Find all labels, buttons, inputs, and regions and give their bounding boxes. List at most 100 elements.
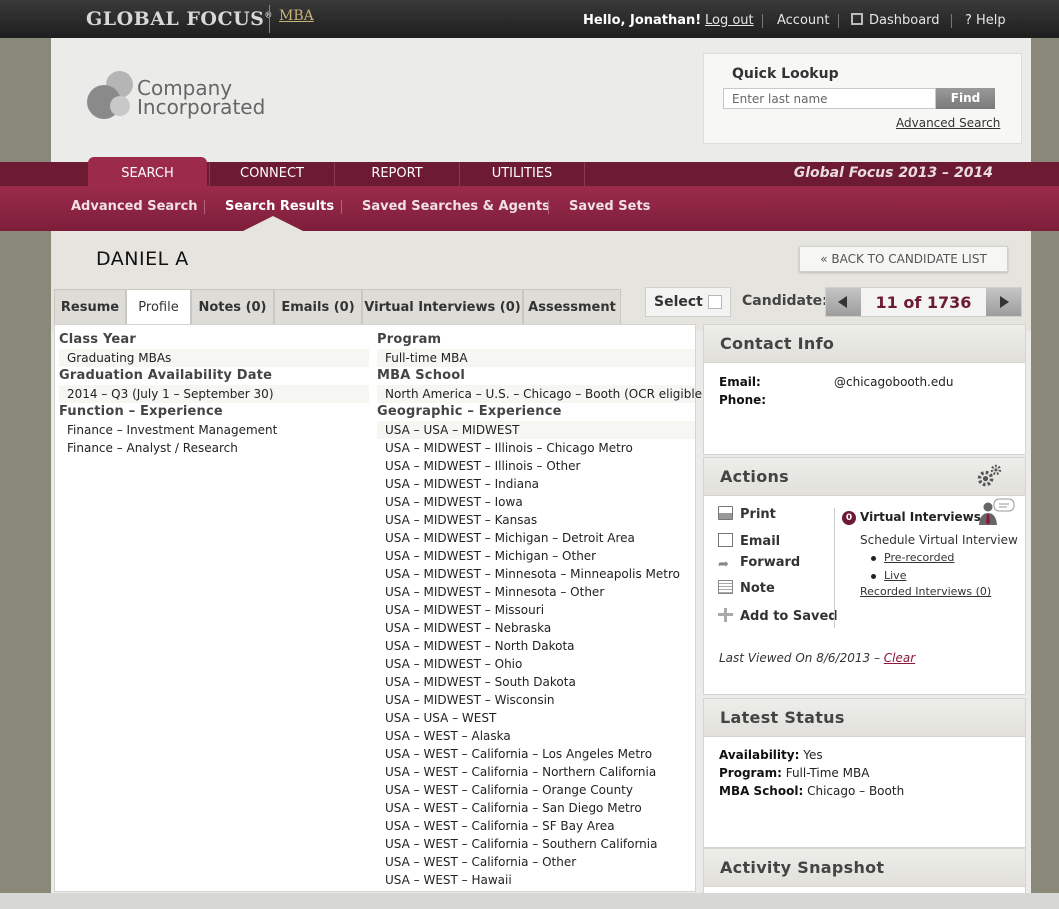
subnav-divider: [548, 200, 549, 214]
arrow-right-icon: [1000, 296, 1009, 308]
previous-candidate-button[interactable]: [826, 288, 861, 316]
grad-date-label: Graduation Availability Date: [59, 368, 273, 383]
note-label: Note: [740, 581, 775, 596]
side-panel: Contact Info Email: @chicagobooth.edu Ph…: [703, 324, 1026, 894]
status-program-row: Program: Full-Time MBA: [719, 766, 869, 780]
email-value[interactable]: @chicagobooth.edu: [834, 375, 953, 389]
geo-item: USA – WEST – Hawaii: [385, 873, 512, 887]
geo-item: USA – MIDWEST – Michigan – Detroit Area: [385, 531, 635, 545]
forward-label: Forward: [740, 555, 801, 570]
brand-name: GLOBAL FOCUS: [86, 8, 265, 30]
email-action-label: Email: [740, 534, 781, 549]
tab-emails[interactable]: Emails (0): [274, 289, 362, 324]
candidate-pager: 11 of 1736: [825, 287, 1022, 317]
forward-action[interactable]: ➦ Forward: [718, 555, 801, 572]
tab-utilities[interactable]: UTILITIES: [459, 162, 585, 186]
geo-item: USA – MIDWEST – North Dakota: [385, 639, 575, 653]
vi-title: Virtual Interviews: [860, 510, 981, 524]
print-icon: [718, 506, 733, 520]
availability-row: Availability: Yes: [719, 748, 823, 762]
program-value: Full-time MBA: [377, 349, 695, 367]
note-icon: [718, 580, 733, 594]
advanced-search-link[interactable]: Advanced Search: [896, 116, 1000, 130]
class-year-value: Graduating MBAs: [59, 349, 369, 367]
email-action[interactable]: Email: [718, 533, 780, 549]
brand-divider: [269, 5, 270, 33]
prerecorded-link[interactable]: Pre-recorded: [884, 551, 954, 564]
status-school-row: MBA School: Chicago – Booth: [719, 784, 904, 798]
status-program-label: Program:: [719, 766, 782, 780]
tab-profile[interactable]: Profile: [126, 289, 191, 325]
arrow-left-icon: [838, 296, 847, 308]
geo-item: USA – MIDWEST – Minnesota – Minneapolis …: [385, 567, 680, 581]
dashboard-label: Dashboard: [869, 13, 940, 28]
geo-item: USA – MIDWEST – Ohio: [385, 657, 523, 671]
logout-link[interactable]: Log out: [705, 13, 754, 28]
add-to-saved-action[interactable]: Add to Saved: [718, 608, 838, 624]
geo-item: USA – MIDWEST – Iowa: [385, 495, 523, 509]
logo-line-2: Incorporated: [137, 95, 266, 119]
tab-report[interactable]: REPORT: [334, 162, 459, 186]
clear-link[interactable]: Clear: [884, 651, 915, 665]
nav-divider: [838, 14, 839, 28]
tab-virtual-interviews[interactable]: Virtual Interviews (0): [362, 289, 523, 324]
brand-logo[interactable]: GLOBAL FOCUS®: [86, 8, 273, 30]
tab-search[interactable]: SEARCH: [88, 157, 207, 186]
status-program-value: Full-Time MBA: [785, 766, 870, 780]
find-button[interactable]: Find: [936, 88, 995, 109]
quick-lookup-title: Quick Lookup: [732, 66, 839, 82]
dashboard-icon: [851, 13, 863, 25]
live-link[interactable]: Live: [884, 569, 906, 582]
function-item: Finance – Analyst / Research: [67, 441, 238, 455]
subnav-search-results[interactable]: Search Results: [225, 199, 334, 214]
print-label: Print: [740, 507, 776, 522]
horizontal-scrollbar[interactable]: [0, 893, 1059, 909]
geo-label: Geographic – Experience: [377, 404, 562, 419]
account-link[interactable]: Account: [777, 13, 830, 28]
tab-assessment[interactable]: Assessment: [523, 289, 621, 324]
profile-panel: Class Year Graduating MBAs Graduation Av…: [54, 324, 707, 892]
status-school-label: MBA School:: [719, 784, 804, 798]
nav-divider: [762, 14, 763, 28]
dashboard-link[interactable]: Dashboard: [851, 13, 940, 28]
subnav-divider: [341, 200, 342, 214]
function-label: Function – Experience: [59, 404, 223, 419]
subnav-saved-sets[interactable]: Saved Sets: [569, 199, 650, 214]
help-link[interactable]: ? Help: [965, 13, 1006, 28]
recorded-interviews-link[interactable]: Recorded Interviews (0): [860, 585, 991, 598]
geo-item: USA – MIDWEST – Wisconsin: [385, 693, 555, 707]
actions-divider: [834, 508, 835, 628]
tab-connect[interactable]: CONNECT: [209, 162, 334, 186]
subnav-saved-searches[interactable]: Saved Searches & Agents: [362, 199, 550, 214]
candidate-label: Candidate:: [742, 293, 828, 309]
geo-item: USA – WEST – California – Los Angeles Me…: [385, 747, 653, 761]
tab-resume[interactable]: Resume: [54, 289, 126, 324]
print-action[interactable]: Print: [718, 506, 776, 522]
nav-divider: [951, 14, 952, 28]
next-candidate-button[interactable]: [986, 288, 1021, 316]
mba-school-value: North America – U.S. – Chicago – Booth (…: [377, 385, 707, 403]
last-name-input[interactable]: [723, 88, 936, 109]
function-item: Finance – Investment Management: [67, 423, 278, 437]
geo-item: USA – WEST – California – Orange County: [385, 783, 633, 797]
geo-item: USA – MIDWEST – Nebraska: [385, 621, 552, 635]
profile-right-column: Program Full-time MBA MBA School North A…: [377, 331, 707, 889]
profile-left-column: Class Year Graduating MBAs Graduation Av…: [59, 331, 369, 457]
brand-mba-link[interactable]: MBA: [279, 8, 314, 24]
note-action[interactable]: Note: [718, 580, 775, 596]
candidate-position: 11 of 1736: [875, 293, 972, 312]
actions-card: Actions Print Email ➦ Forward Note Add to…: [703, 457, 1026, 695]
bullet-icon: [871, 574, 876, 579]
availability-value: Yes: [803, 748, 823, 762]
back-to-list-button[interactable]: « BACK TO CANDIDATE LIST: [799, 246, 1008, 272]
tab-notes[interactable]: Notes (0): [191, 289, 274, 324]
active-subnav-caret: [243, 216, 303, 231]
activity-snapshot-title: Activity Snapshot: [704, 849, 1025, 887]
status-school-value: Chicago – Booth: [807, 784, 905, 798]
geo-item: USA – MIDWEST – Kansas: [385, 513, 538, 527]
subnav-advanced-search[interactable]: Advanced Search: [71, 199, 198, 214]
gear-icon[interactable]: [976, 463, 1002, 489]
select-checkbox[interactable]: [708, 295, 722, 309]
geo-item: USA – MIDWEST – South Dakota: [385, 675, 576, 689]
select-toggle[interactable]: Select: [645, 287, 731, 317]
